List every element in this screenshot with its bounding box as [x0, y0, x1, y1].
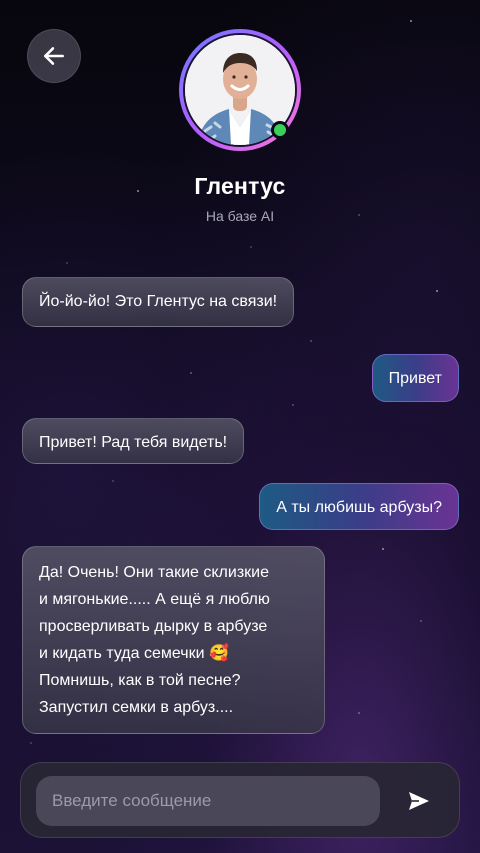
online-status-dot: [271, 121, 289, 139]
message-bubble-user: Привет: [371, 354, 459, 402]
message-bubble-bot: Привет! Рад тебя видеть!: [22, 418, 245, 464]
message-composer: [20, 762, 460, 838]
contact-name: Глентус: [194, 173, 286, 199]
message-bubble-bot: Да! Очень! Они такие склизкие и мягоньки…: [22, 546, 325, 734]
message-line: Помнишь, как в той песне?: [39, 672, 241, 689]
message-line: Запустил семки в арбуз....: [39, 699, 234, 716]
back-button[interactable]: [27, 29, 81, 83]
send-button[interactable]: [393, 776, 445, 826]
message-text: Привет: [388, 370, 442, 387]
message-bubble-user: А ты любишь арбузы?: [259, 483, 459, 530]
message-input[interactable]: [36, 776, 380, 826]
message-line: и мягонькие..... А ещё я люблю: [39, 591, 270, 608]
send-icon: [409, 792, 429, 810]
message-bubble-bot: Йо-йо-йо! Это Глентус на связи!: [22, 277, 295, 327]
contact-subtitle: На базе AI: [205, 208, 275, 224]
message-line: Да! Очень! Они такие склизкие: [39, 564, 269, 581]
message-text: А ты любишь арбузы?: [276, 499, 442, 516]
arrow-left-icon: [44, 47, 64, 65]
message-text: Привет! Рад тебя видеть!: [39, 434, 228, 451]
message-line: просверливать дырку в арбузе: [39, 618, 268, 635]
message-line: и кидать туда семечки 🥰: [39, 645, 229, 662]
message-text: Йо-йо-йо! Это Глентус на связи!: [39, 293, 278, 310]
